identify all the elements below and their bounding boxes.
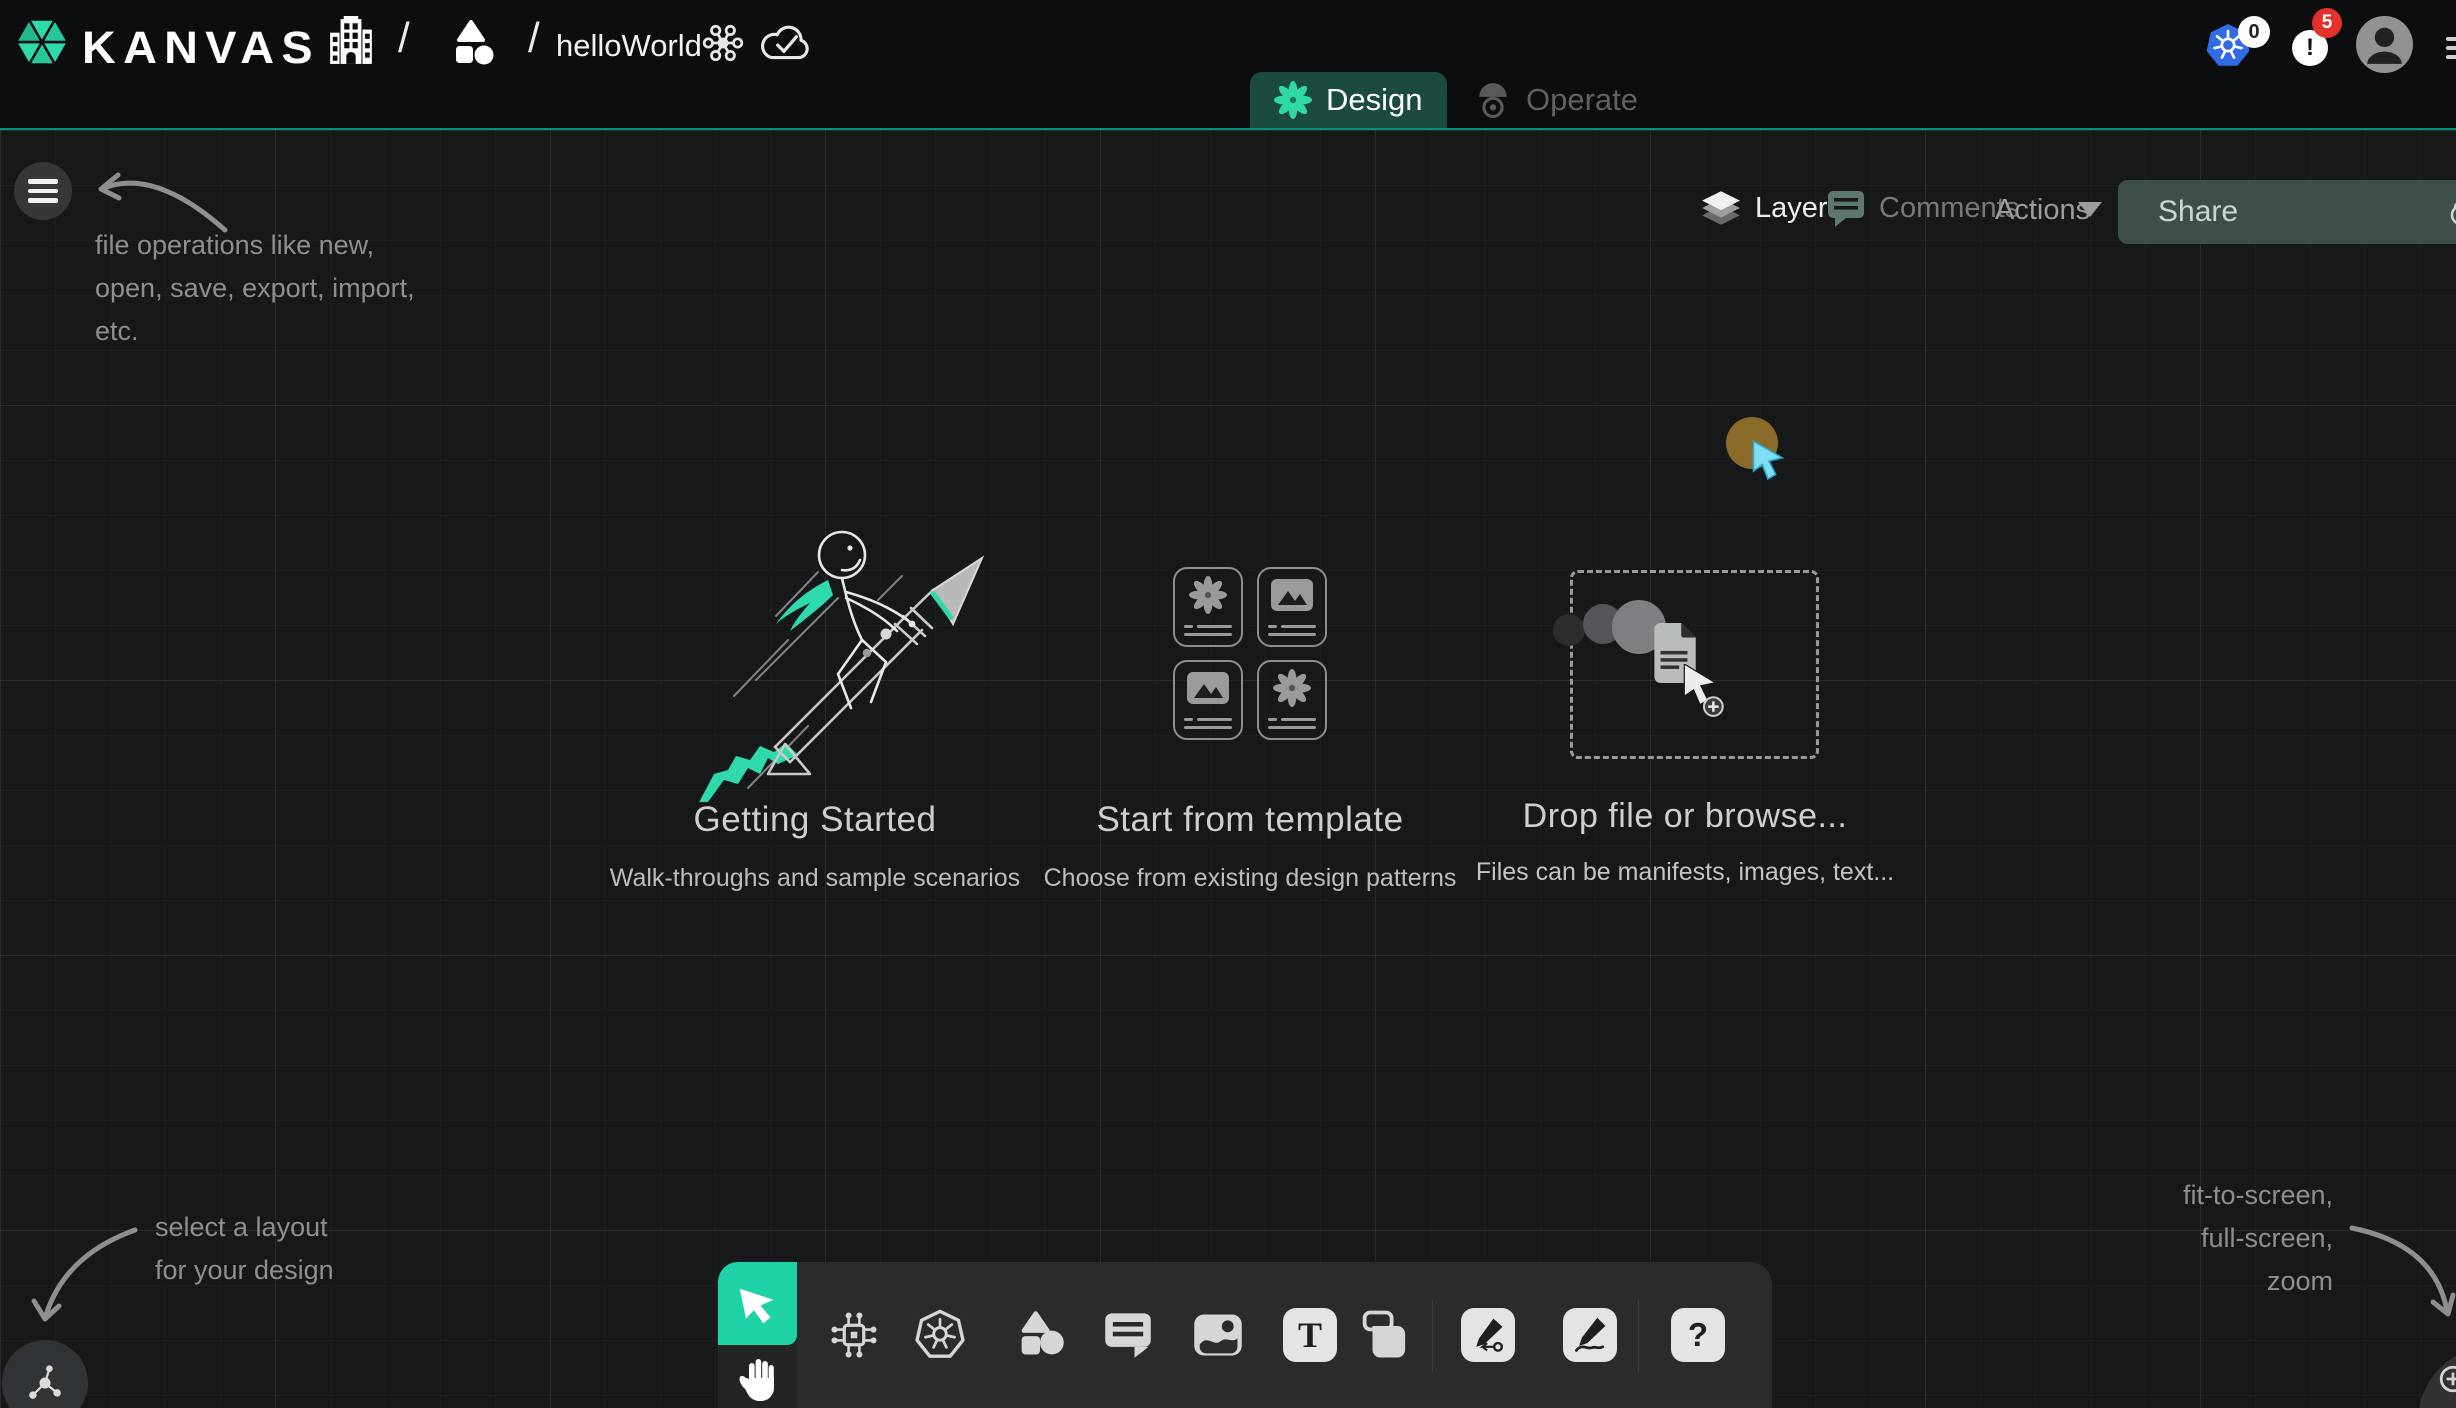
component-tool[interactable] (825, 1306, 883, 1364)
text-tool[interactable]: T (1283, 1308, 1337, 1362)
caret-down-icon[interactable] (2078, 202, 2102, 217)
graph-icon[interactable] (700, 20, 746, 66)
image-icon (1270, 578, 1314, 612)
layout-annotation: select a layout for your design (155, 1206, 334, 1292)
drop-anim-circle (1553, 614, 1585, 646)
media-tool[interactable] (1189, 1306, 1247, 1364)
pan-hand-icon[interactable] (736, 1356, 780, 1404)
menu-fab[interactable] (14, 162, 72, 220)
note-tool[interactable] (1357, 1306, 1415, 1364)
breadcrumb-separator: / (528, 14, 540, 62)
view-annotation: fit-to-screen, full-screen, zoom (2033, 1174, 2333, 1303)
layers-icon (1700, 188, 1742, 228)
getting-started-subtitle: Walk-throughs and sample scenarios (585, 864, 1045, 893)
toolbar-separator (1638, 1300, 1639, 1372)
pen-tool[interactable] (1461, 1308, 1515, 1362)
pen-tool-icon (1468, 1315, 1508, 1355)
avatar[interactable] (2356, 16, 2413, 73)
note-tool-icon (1359, 1308, 1413, 1362)
breadcrumb-design-name[interactable]: helloWorld (556, 28, 702, 64)
template-tile (1173, 567, 1243, 647)
collaborator-cursor-icon (1750, 440, 1788, 480)
select-tool-button[interactable] (718, 1262, 797, 1345)
help-tool[interactable]: ? (1671, 1308, 1725, 1362)
shapes-tool[interactable] (1011, 1306, 1069, 1364)
pointer-tool-strip (718, 1262, 797, 1408)
drop-cursor-icon (1682, 664, 1726, 718)
actions-label: Actions (1995, 194, 2090, 227)
cloud-saved-icon[interactable] (758, 20, 814, 64)
template-preview-grid[interactable] (1173, 567, 1327, 740)
brand-name: KANVAS (82, 22, 320, 74)
component-icon (828, 1309, 880, 1361)
tab-design[interactable]: Design (1250, 72, 1447, 128)
fileops-annotation: file operations like new, open, save, ex… (95, 224, 415, 353)
actions-menu[interactable]: Actions (1995, 194, 2090, 227)
comments-button[interactable]: Comments (1826, 188, 2019, 228)
zoom-icon[interactable] (2438, 1364, 2456, 1394)
person-icon (2356, 16, 2413, 73)
comment-tool[interactable] (1099, 1306, 1157, 1364)
rocket-illustration[interactable] (690, 512, 1010, 802)
getting-started-title[interactable]: Getting Started (595, 800, 1035, 840)
template-title[interactable]: Start from template (1030, 800, 1470, 840)
notification-count-badge: 5 (2312, 8, 2342, 38)
layers-button[interactable]: Layers (1700, 188, 1842, 228)
image-icon (1186, 671, 1230, 705)
edge-menu-icon[interactable] (2446, 32, 2456, 64)
layout-arrow (30, 1215, 155, 1333)
kanvas-app: KANVAS / (0, 0, 2456, 1408)
header: KANVAS / (0, 0, 2456, 130)
design-swirl-icon (1274, 81, 1312, 119)
view-arrow (2340, 1215, 2456, 1327)
organization-icon[interactable] (326, 16, 376, 66)
tab-operate[interactable]: Operate (1450, 72, 1662, 128)
media-tool-icon (1191, 1311, 1245, 1359)
comments-icon (1826, 188, 1866, 228)
share-lock-icon (2448, 198, 2456, 226)
template-subtitle: Choose from existing design patterns (1020, 864, 1480, 893)
comment-tool-icon (1102, 1309, 1154, 1361)
shapes-tool-icon (1013, 1308, 1067, 1362)
select-tool-icon (734, 1279, 782, 1328)
menu-icon (28, 174, 58, 208)
toolbar: T ? (797, 1262, 1772, 1408)
text-tool-icon: T (1298, 1314, 1322, 1356)
kubernetes-tool[interactable] (911, 1306, 969, 1364)
layout-icon (23, 1361, 67, 1405)
template-tile (1173, 660, 1243, 740)
kubernetes-tool-icon (913, 1308, 967, 1362)
design-swirl-icon (1189, 576, 1227, 614)
sketch-tool-icon (1570, 1315, 1610, 1355)
shapes-icon[interactable] (446, 20, 496, 68)
toolbar-separator (1432, 1300, 1433, 1372)
drop-title[interactable]: Drop file or browse... (1465, 797, 1905, 836)
tab-operate-label: Operate (1526, 82, 1638, 118)
share-button[interactable]: Share (2118, 180, 2456, 244)
tab-design-label: Design (1326, 82, 1423, 118)
template-tile (1257, 567, 1327, 647)
kanvas-logo[interactable] (12, 12, 72, 72)
drop-subtitle: Files can be manifests, images, text... (1455, 858, 1915, 887)
breadcrumb-separator: / (398, 14, 410, 62)
design-swirl-icon (1273, 669, 1311, 707)
operate-icon (1474, 81, 1512, 119)
template-tile (1257, 660, 1327, 740)
kubernetes-context-badge[interactable]: 0 (2238, 16, 2270, 48)
share-label: Share (2158, 195, 2238, 229)
help-icon: ? (1688, 1316, 1708, 1354)
sketch-tool[interactable] (1563, 1308, 1617, 1362)
